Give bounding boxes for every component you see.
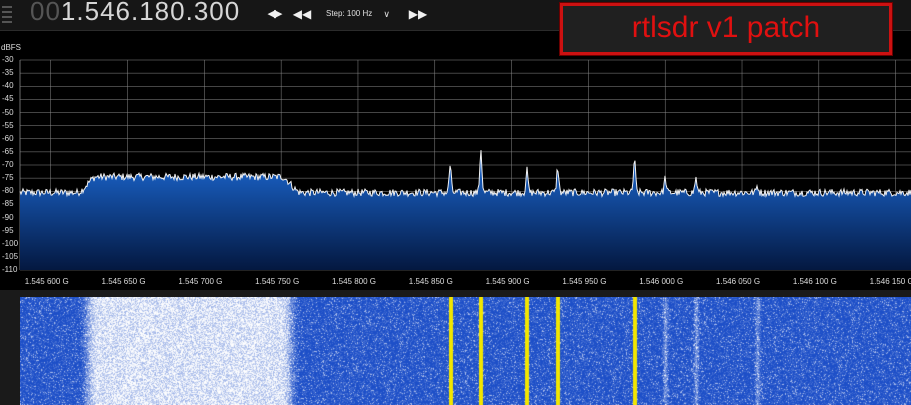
x-tick-label: 1.545 600 G [24, 277, 69, 286]
y-tick-label: -75 [2, 173, 14, 183]
x-tick-label: 1.545 850 G [408, 277, 453, 286]
annotation-banner: rtlsdr v1 patch [559, 2, 893, 56]
y-tick-label: -65 [2, 146, 14, 156]
x-tick-label: 1.546 150 G [869, 277, 911, 286]
x-tick-label: 1.545 800 G [331, 277, 376, 286]
spectrum-plot[interactable] [0, 31, 911, 290]
step-back-button[interactable]: ◀◀ [290, 4, 314, 24]
frequency-display[interactable]: 001.546.180.300 [30, 0, 240, 27]
x-tick-label: 1.546 000 G [639, 277, 684, 286]
y-tick-label: -35 [2, 68, 14, 78]
y-tick-label: -70 [2, 160, 14, 169]
toolbar-grip-icon[interactable] [0, 3, 14, 25]
y-tick-label: -90 [2, 212, 14, 222]
step-size-label: Step: 100 Hz [326, 9, 373, 18]
y-tick-label: -50 [2, 107, 14, 117]
spectrum-panel[interactable]: dBFS -30 -35 -40 -45 -50 -55 -60 -65 -70 -75 -80 -8… [0, 31, 911, 290]
x-tick-label: 1.545 700 G [178, 277, 223, 286]
chevron-down-icon: ∨ [383, 9, 390, 19]
frequency-value: 1.546.180.300 [60, 0, 241, 26]
y-tick-label: -30 [2, 55, 14, 64]
spectrum-fill [20, 150, 911, 270]
y-tick-label: -60 [2, 133, 14, 143]
x-tick-label: 1.545 950 G [562, 277, 607, 286]
x-tick-label: 1.546 100 G [792, 277, 837, 286]
y-tick-label: -80 [2, 186, 14, 196]
step-size-dropdown[interactable]: Step: 100 Hz ∨ [320, 5, 400, 23]
y-tick-label: -100 [2, 238, 19, 248]
left-right-arrows-icon: ◀▶ [267, 8, 283, 20]
x-tick-label: 1.546 050 G [716, 277, 761, 286]
waterfall-display[interactable] [20, 297, 911, 405]
y-tick-label: -45 [2, 94, 14, 104]
y-axis-unit: dBFS [1, 43, 22, 52]
y-tick-label: -110 [2, 265, 18, 274]
y-tick-label: -55 [2, 120, 14, 130]
frequency-leading-digits: 00 [30, 0, 61, 26]
tune-left-right-button[interactable]: ◀▶ [262, 4, 286, 24]
y-tick-label: -95 [2, 225, 14, 235]
rewind-icon: ◀◀ [292, 7, 312, 21]
y-tick-label: -40 [2, 81, 14, 91]
x-tick-label: 1.545 750 G [255, 277, 300, 286]
x-tick-label: 1.545 900 G [485, 277, 530, 286]
fast-forward-icon: ▶▶ [408, 7, 428, 21]
y-tick-label: -105 [2, 251, 19, 261]
y-tick-label: -85 [2, 199, 14, 209]
step-forward-button[interactable]: ▶▶ [406, 4, 430, 24]
x-tick-label: 1.545 650 G [101, 277, 146, 286]
